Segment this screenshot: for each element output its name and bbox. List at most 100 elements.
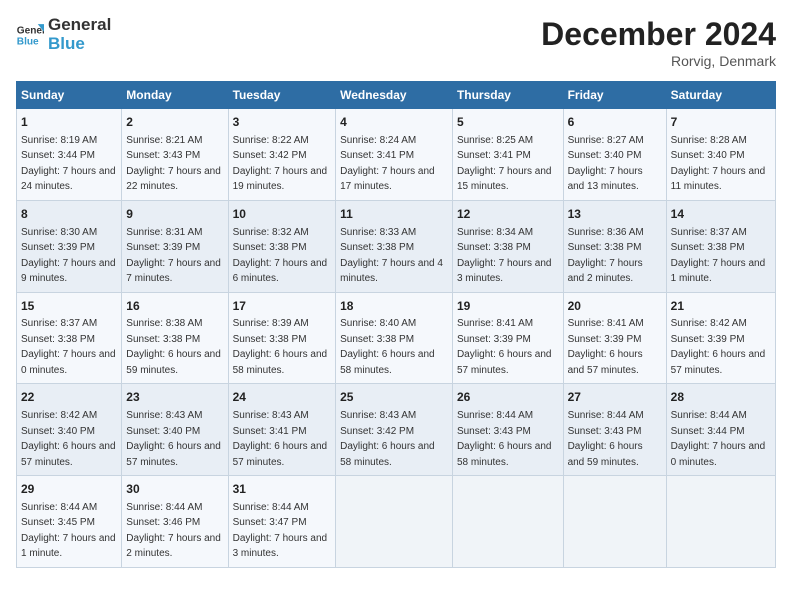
day-info: Sunrise: 8:24 AMSunset: 3:41 PMDaylight:… [340, 135, 435, 193]
day-number: 19 [457, 298, 559, 315]
day-cell: 29 Sunrise: 8:44 AMSunset: 3:45 PMDaylig… [17, 476, 122, 568]
day-number: 10 [233, 206, 332, 223]
week-row-1: 1 Sunrise: 8:19 AMSunset: 3:44 PMDayligh… [17, 109, 776, 201]
day-info: Sunrise: 8:19 AMSunset: 3:44 PMDaylight:… [21, 135, 116, 193]
subtitle: Rorvig, Denmark [541, 53, 776, 69]
day-number: 20 [568, 298, 662, 315]
day-info: Sunrise: 8:42 AMSunset: 3:39 PMDaylight:… [671, 318, 766, 376]
day-cell: 8 Sunrise: 8:30 AMSunset: 3:39 PMDayligh… [17, 200, 122, 292]
day-info: Sunrise: 8:41 AMSunset: 3:39 PMDaylight:… [568, 318, 644, 376]
logo-icon: General Blue [16, 21, 44, 49]
page-header: General Blue General Blue December 2024 … [16, 16, 776, 69]
day-number: 25 [340, 389, 448, 406]
day-cell: 10 Sunrise: 8:32 AMSunset: 3:38 PMDaylig… [228, 200, 336, 292]
day-info: Sunrise: 8:44 AMSunset: 3:45 PMDaylight:… [21, 502, 116, 560]
day-info: Sunrise: 8:39 AMSunset: 3:38 PMDaylight:… [233, 318, 328, 376]
day-number: 17 [233, 298, 332, 315]
day-cell: 5 Sunrise: 8:25 AMSunset: 3:41 PMDayligh… [452, 109, 563, 201]
day-number: 15 [21, 298, 117, 315]
header-friday: Friday [563, 82, 666, 109]
day-cell: 23 Sunrise: 8:43 AMSunset: 3:40 PMDaylig… [122, 384, 228, 476]
day-info: Sunrise: 8:32 AMSunset: 3:38 PMDaylight:… [233, 227, 328, 285]
header-tuesday: Tuesday [228, 82, 336, 109]
day-cell: 21 Sunrise: 8:42 AMSunset: 3:39 PMDaylig… [666, 292, 775, 384]
day-cell: 2 Sunrise: 8:21 AMSunset: 3:43 PMDayligh… [122, 109, 228, 201]
day-cell: 27 Sunrise: 8:44 AMSunset: 3:43 PMDaylig… [563, 384, 666, 476]
day-cell: 24 Sunrise: 8:43 AMSunset: 3:41 PMDaylig… [228, 384, 336, 476]
day-number: 3 [233, 114, 332, 131]
day-cell: 22 Sunrise: 8:42 AMSunset: 3:40 PMDaylig… [17, 384, 122, 476]
day-info: Sunrise: 8:43 AMSunset: 3:41 PMDaylight:… [233, 410, 328, 468]
day-info: Sunrise: 8:30 AMSunset: 3:39 PMDaylight:… [21, 227, 116, 285]
day-number: 12 [457, 206, 559, 223]
header-monday: Monday [122, 82, 228, 109]
day-number: 18 [340, 298, 448, 315]
day-cell [666, 476, 775, 568]
day-info: Sunrise: 8:44 AMSunset: 3:43 PMDaylight:… [568, 410, 644, 468]
day-cell: 11 Sunrise: 8:33 AMSunset: 3:38 PMDaylig… [336, 200, 453, 292]
svg-text:General: General [17, 25, 44, 36]
day-info: Sunrise: 8:21 AMSunset: 3:43 PMDaylight:… [126, 135, 221, 193]
day-number: 6 [568, 114, 662, 131]
header-thursday: Thursday [452, 82, 563, 109]
day-number: 14 [671, 206, 771, 223]
day-cell: 26 Sunrise: 8:44 AMSunset: 3:43 PMDaylig… [452, 384, 563, 476]
title-section: December 2024 Rorvig, Denmark [541, 16, 776, 69]
day-cell: 14 Sunrise: 8:37 AMSunset: 3:38 PMDaylig… [666, 200, 775, 292]
day-cell: 13 Sunrise: 8:36 AMSunset: 3:38 PMDaylig… [563, 200, 666, 292]
main-title: December 2024 [541, 16, 776, 53]
day-info: Sunrise: 8:42 AMSunset: 3:40 PMDaylight:… [21, 410, 116, 468]
day-cell: 1 Sunrise: 8:19 AMSunset: 3:44 PMDayligh… [17, 109, 122, 201]
day-number: 28 [671, 389, 771, 406]
day-number: 1 [21, 114, 117, 131]
week-row-5: 29 Sunrise: 8:44 AMSunset: 3:45 PMDaylig… [17, 476, 776, 568]
header-saturday: Saturday [666, 82, 775, 109]
day-cell: 25 Sunrise: 8:43 AMSunset: 3:42 PMDaylig… [336, 384, 453, 476]
day-cell: 31 Sunrise: 8:44 AMSunset: 3:47 PMDaylig… [228, 476, 336, 568]
day-cell: 20 Sunrise: 8:41 AMSunset: 3:39 PMDaylig… [563, 292, 666, 384]
day-info: Sunrise: 8:44 AMSunset: 3:46 PMDaylight:… [126, 502, 221, 560]
day-cell: 17 Sunrise: 8:39 AMSunset: 3:38 PMDaylig… [228, 292, 336, 384]
week-row-3: 15 Sunrise: 8:37 AMSunset: 3:38 PMDaylig… [17, 292, 776, 384]
day-number: 16 [126, 298, 223, 315]
day-info: Sunrise: 8:25 AMSunset: 3:41 PMDaylight:… [457, 135, 552, 193]
day-info: Sunrise: 8:41 AMSunset: 3:39 PMDaylight:… [457, 318, 552, 376]
day-info: Sunrise: 8:43 AMSunset: 3:42 PMDaylight:… [340, 410, 435, 468]
day-info: Sunrise: 8:43 AMSunset: 3:40 PMDaylight:… [126, 410, 221, 468]
svg-text:Blue: Blue [17, 36, 39, 47]
day-cell: 6 Sunrise: 8:27 AMSunset: 3:40 PMDayligh… [563, 109, 666, 201]
day-number: 21 [671, 298, 771, 315]
day-cell: 30 Sunrise: 8:44 AMSunset: 3:46 PMDaylig… [122, 476, 228, 568]
day-info: Sunrise: 8:38 AMSunset: 3:38 PMDaylight:… [126, 318, 221, 376]
day-info: Sunrise: 8:44 AMSunset: 3:47 PMDaylight:… [233, 502, 328, 560]
day-info: Sunrise: 8:28 AMSunset: 3:40 PMDaylight:… [671, 135, 766, 193]
week-row-4: 22 Sunrise: 8:42 AMSunset: 3:40 PMDaylig… [17, 384, 776, 476]
day-info: Sunrise: 8:36 AMSunset: 3:38 PMDaylight:… [568, 227, 644, 285]
day-info: Sunrise: 8:40 AMSunset: 3:38 PMDaylight:… [340, 318, 435, 376]
day-number: 31 [233, 481, 332, 498]
day-info: Sunrise: 8:27 AMSunset: 3:40 PMDaylight:… [568, 135, 644, 193]
day-info: Sunrise: 8:31 AMSunset: 3:39 PMDaylight:… [126, 227, 221, 285]
day-cell: 28 Sunrise: 8:44 AMSunset: 3:44 PMDaylig… [666, 384, 775, 476]
day-number: 26 [457, 389, 559, 406]
day-cell: 18 Sunrise: 8:40 AMSunset: 3:38 PMDaylig… [336, 292, 453, 384]
header-wednesday: Wednesday [336, 82, 453, 109]
logo: General Blue General Blue [16, 16, 111, 53]
day-cell [563, 476, 666, 568]
day-cell: 19 Sunrise: 8:41 AMSunset: 3:39 PMDaylig… [452, 292, 563, 384]
day-number: 5 [457, 114, 559, 131]
day-cell: 7 Sunrise: 8:28 AMSunset: 3:40 PMDayligh… [666, 109, 775, 201]
day-number: 7 [671, 114, 771, 131]
day-cell: 9 Sunrise: 8:31 AMSunset: 3:39 PMDayligh… [122, 200, 228, 292]
day-number: 27 [568, 389, 662, 406]
day-info: Sunrise: 8:37 AMSunset: 3:38 PMDaylight:… [21, 318, 116, 376]
header-row: SundayMondayTuesdayWednesdayThursdayFrid… [17, 82, 776, 109]
day-number: 29 [21, 481, 117, 498]
day-info: Sunrise: 8:33 AMSunset: 3:38 PMDaylight:… [340, 227, 443, 285]
day-number: 4 [340, 114, 448, 131]
day-cell: 15 Sunrise: 8:37 AMSunset: 3:38 PMDaylig… [17, 292, 122, 384]
day-number: 24 [233, 389, 332, 406]
calendar-table: SundayMondayTuesdayWednesdayThursdayFrid… [16, 81, 776, 568]
day-info: Sunrise: 8:34 AMSunset: 3:38 PMDaylight:… [457, 227, 552, 285]
day-info: Sunrise: 8:44 AMSunset: 3:43 PMDaylight:… [457, 410, 552, 468]
